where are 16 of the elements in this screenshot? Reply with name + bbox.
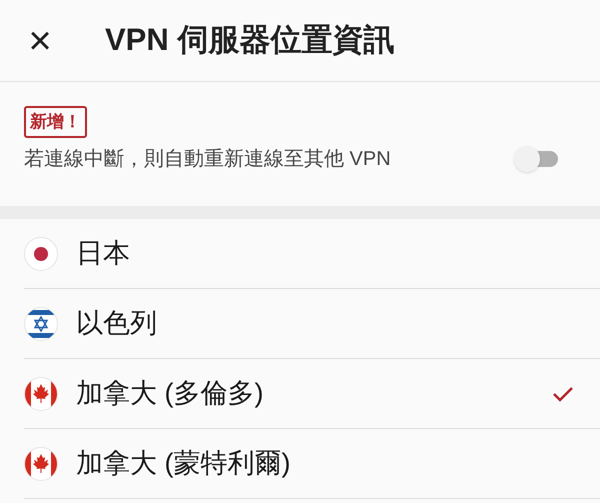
dot-flag-icon [24, 236, 58, 270]
maple-leaf-flag-icon [24, 376, 58, 410]
location-row[interactable]: 日本 [24, 219, 600, 289]
location-row[interactable]: 加拿大 (蒙特利爾) [24, 429, 600, 499]
location-name: 加拿大 (多倫多) [76, 377, 264, 410]
location-row[interactable]: 加拿大 (多倫多) [24, 359, 600, 429]
page-title: VPN 伺服器位置資訊 [105, 21, 394, 60]
star-flag-icon [24, 306, 58, 340]
location-name: 以色列 [76, 307, 157, 340]
new-badge: 新增！ [24, 106, 87, 138]
location-name: 加拿大 (蒙特利爾) [76, 447, 290, 480]
location-name: 日本 [76, 237, 130, 270]
reconnect-label: 若連線中斷，則自動重新連線至其他 VPN [24, 147, 391, 172]
location-row[interactable]: 以色列 [24, 289, 600, 359]
maple-leaf-flag-icon [24, 446, 58, 480]
close-button[interactable]: × [0, 20, 80, 60]
